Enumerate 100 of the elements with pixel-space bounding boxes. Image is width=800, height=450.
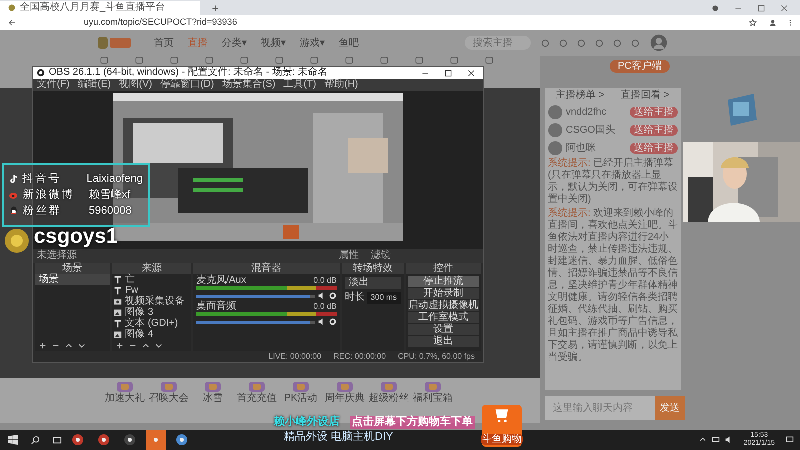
- control-button[interactable]: 停止推流: [408, 276, 479, 287]
- app-icon[interactable]: [124, 434, 136, 446]
- transition-select[interactable]: 淡出: [344, 277, 401, 289]
- gift-label[interactable]: 超级粉丝: [369, 393, 409, 404]
- volume-slider[interactable]: [196, 320, 315, 324]
- app-icon[interactable]: [98, 434, 110, 446]
- duration-field[interactable]: 300 ms: [366, 292, 402, 304]
- speaker-icon[interactable]: [318, 292, 326, 300]
- category-icon[interactable]: [135, 56, 144, 65]
- circle-icon[interactable]: [631, 38, 640, 48]
- gift-label[interactable]: PK活动: [284, 393, 318, 404]
- app-icon[interactable]: [72, 434, 84, 446]
- category-icon[interactable]: [100, 56, 109, 65]
- menu-item[interactable]: 工具(T): [284, 80, 316, 90]
- nav-link[interactable]: 视频▾: [261, 36, 286, 50]
- add-icon[interactable]: [39, 342, 47, 350]
- nav-link[interactable]: 鱼吧: [339, 36, 359, 50]
- source-item[interactable]: 亡: [112, 274, 192, 285]
- social-handle: 赖雪峰xf: [89, 188, 131, 202]
- category-icon[interactable]: [485, 56, 494, 65]
- app-icon[interactable]: [176, 434, 188, 446]
- circle-icon[interactable]: [577, 38, 586, 48]
- up-icon[interactable]: [65, 342, 73, 350]
- close-icon[interactable]: [468, 70, 475, 76]
- category-icon[interactable]: [240, 56, 249, 65]
- window-title: OBS 26.1.1 (64-bit, windows) - 配置文件: 未命名 - 场景: 未命名: [49, 68, 328, 78]
- notification-icon[interactable]: [786, 436, 794, 444]
- gift-label[interactable]: 周年庆典: [325, 393, 365, 404]
- circle-icon[interactable]: [613, 38, 622, 48]
- source-item[interactable]: 视频采集设备: [112, 296, 192, 307]
- category-icon[interactable]: [205, 56, 214, 65]
- category-icon[interactable]: [345, 56, 354, 65]
- panel-link[interactable]: 主播榜单 >: [556, 90, 605, 102]
- gift-label[interactable]: 首充充值: [237, 393, 277, 404]
- speaker-icon[interactable]: [318, 318, 326, 326]
- menu-item[interactable]: 视图(V): [119, 80, 152, 90]
- avatar-icon: [548, 104, 563, 120]
- volume-slider[interactable]: [196, 294, 315, 298]
- avatar-icon[interactable]: [650, 34, 668, 52]
- settings-icon[interactable]: [328, 292, 337, 300]
- new-tab-icon[interactable]: [212, 5, 219, 12]
- circle-icon[interactable]: [595, 38, 604, 48]
- circle-icon[interactable]: [541, 38, 550, 48]
- circle-icon[interactable]: [559, 38, 568, 48]
- source-item[interactable]: Fw: [112, 285, 192, 296]
- category-icon[interactable]: [275, 56, 284, 65]
- network-icon[interactable]: [712, 436, 720, 444]
- control-button[interactable]: 启动虚拟摄像机: [408, 300, 479, 311]
- control-button[interactable]: 工作室模式: [408, 312, 479, 323]
- control-button[interactable]: 退出: [408, 336, 479, 347]
- cart-icon: [493, 407, 511, 423]
- control-button[interactable]: 开始录制: [408, 288, 479, 299]
- task-view-icon[interactable]: [53, 436, 62, 444]
- gift-label[interactable]: 召唤大会: [149, 393, 189, 404]
- account-icon[interactable]: [769, 18, 777, 26]
- toolbar-button[interactable]: 滤镜: [371, 251, 391, 261]
- source-item[interactable]: 图像 3: [112, 307, 192, 318]
- add-icon[interactable]: [116, 342, 124, 350]
- panel-link[interactable]: 直播回看 >: [621, 90, 670, 102]
- maximize-icon[interactable]: [445, 70, 452, 76]
- client-button[interactable]: PC客户端: [610, 60, 670, 73]
- down-icon[interactable]: [155, 342, 164, 350]
- source-item[interactable]: 图像 4: [112, 329, 192, 340]
- speaker-icon[interactable]: [724, 436, 733, 444]
- menu-item[interactable]: 文件(F): [37, 80, 70, 90]
- field-label: 时长: [344, 292, 365, 304]
- profile-icon[interactable]: [712, 4, 719, 12]
- down-icon[interactable]: [78, 342, 86, 350]
- image-icon: [114, 330, 122, 338]
- category-icon[interactable]: [310, 56, 319, 65]
- menu-item[interactable]: 停靠窗口(D): [160, 80, 214, 90]
- menu-item[interactable]: 编辑(E): [78, 80, 112, 90]
- nav-link[interactable]: 游戏▾: [300, 36, 325, 50]
- settings-icon[interactable]: [328, 318, 337, 326]
- chevron-icon[interactable]: [698, 436, 707, 444]
- category-icon[interactable]: [380, 56, 389, 65]
- gift-badge: 送给主播: [630, 142, 678, 154]
- gift-label[interactable]: 福利宝箱: [413, 393, 453, 404]
- menu-icon[interactable]: [789, 18, 792, 26]
- category-icon[interactable]: [170, 56, 179, 65]
- menu-item[interactable]: 场景集合(S): [222, 80, 276, 90]
- up-icon[interactable]: [142, 342, 150, 350]
- scene-item[interactable]: 场景: [35, 274, 110, 285]
- menu-item[interactable]: 帮助(H): [324, 80, 358, 90]
- gift-badge: 送给主播: [630, 124, 678, 136]
- star-icon[interactable]: [749, 18, 757, 26]
- source-item[interactable]: 文本 (GDI+): [112, 318, 192, 329]
- toolbar-button[interactable]: 属性: [339, 251, 359, 261]
- control-button[interactable]: 设置: [408, 324, 479, 335]
- start-icon[interactable]: [8, 435, 18, 445]
- text-source-icon: [114, 286, 122, 294]
- gift-label[interactable]: 加速大礼: [105, 393, 145, 404]
- category-icon[interactable]: [415, 56, 424, 65]
- back-icon[interactable]: [8, 18, 16, 26]
- cart-label: 斗鱼购物: [481, 434, 523, 445]
- search-icon[interactable]: [31, 436, 40, 444]
- browser-tab[interactable]: 全国高校八月月赛_斗鱼直播平台: [0, 1, 200, 15]
- url-field[interactable]: uyu.com/topic/SECUPOCT?rid=93936: [84, 16, 238, 30]
- category-icon[interactable]: [450, 56, 459, 65]
- gift-label[interactable]: 冰雪: [203, 393, 223, 404]
